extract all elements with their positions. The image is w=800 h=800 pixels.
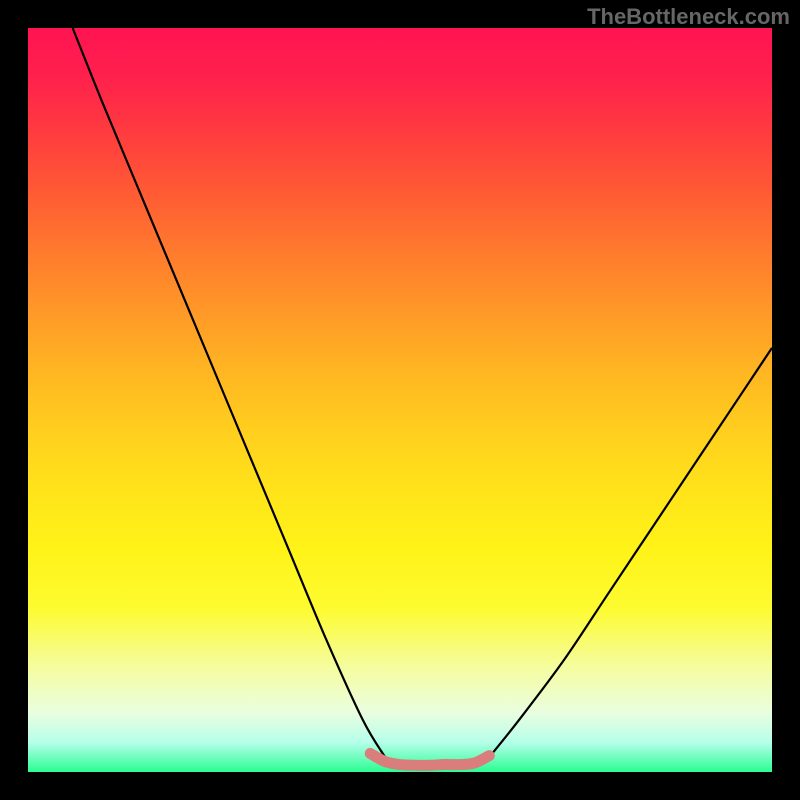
chart-curve-left [73, 28, 385, 757]
watermark-text: TheBottleneck.com [587, 4, 790, 30]
chart-curve-right [489, 348, 772, 757]
chart-lines-svg [28, 28, 772, 772]
chart-curve-bottom [370, 753, 489, 765]
chart-plot-area [28, 28, 772, 772]
